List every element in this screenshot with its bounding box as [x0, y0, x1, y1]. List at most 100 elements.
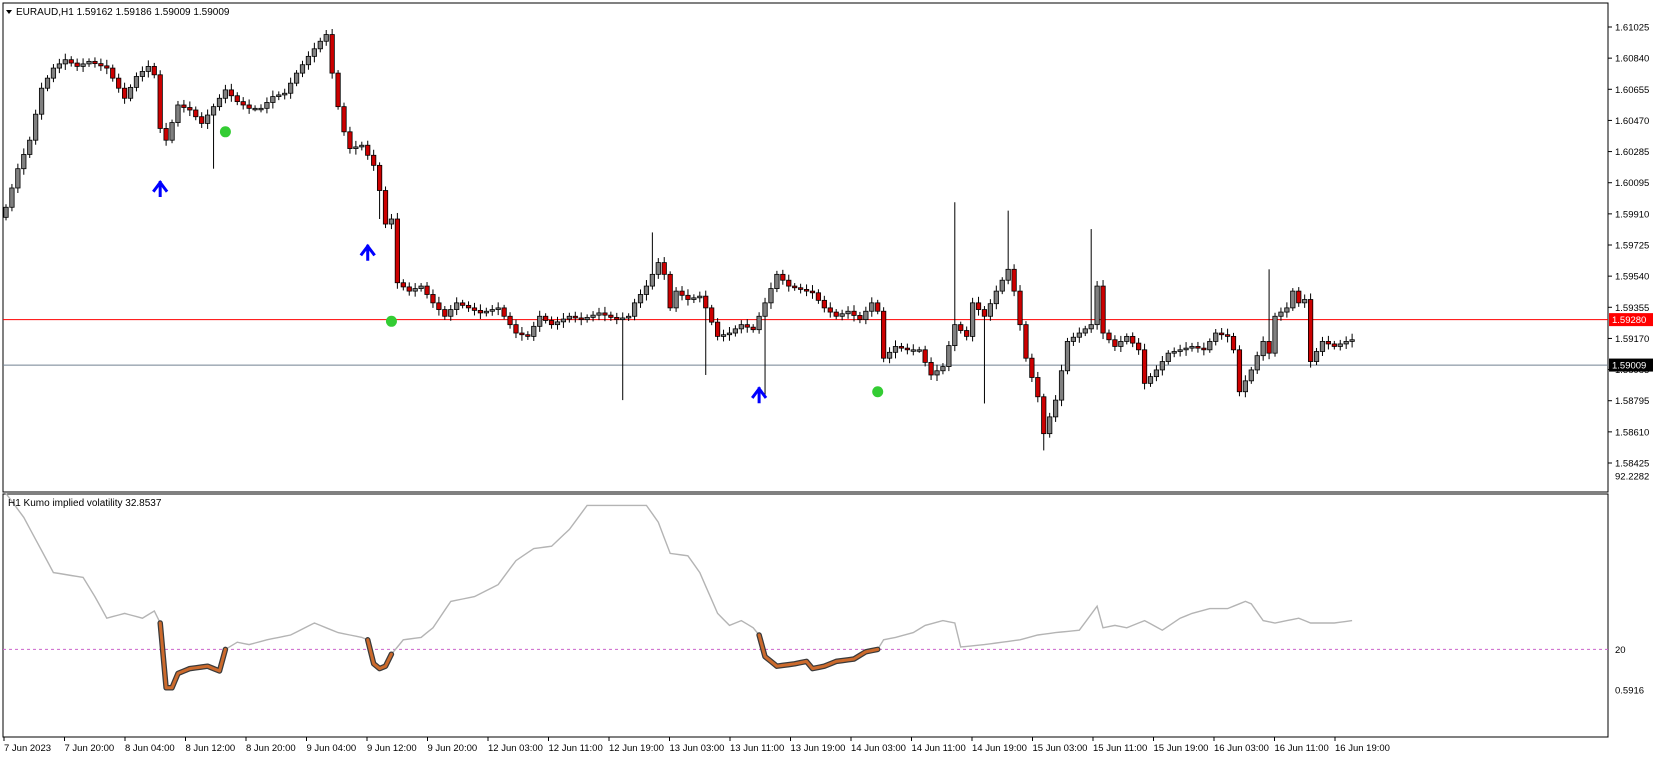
- candle[interactable]: [673, 287, 679, 312]
- candle-body: [1141, 349, 1148, 384]
- candle[interactable]: [9, 183, 15, 212]
- candle[interactable]: [1047, 412, 1053, 438]
- price-tick-label: 1.59725: [1615, 241, 1649, 252]
- candle[interactable]: [382, 186, 389, 229]
- candle[interactable]: [27, 136, 33, 158]
- price-tick-label: 1.58610: [1615, 427, 1649, 438]
- candle[interactable]: [1023, 321, 1029, 362]
- candle[interactable]: [175, 100, 181, 127]
- candle[interactable]: [329, 29, 335, 79]
- candle[interactable]: [1094, 281, 1100, 330]
- candle[interactable]: [1236, 345, 1243, 397]
- candle[interactable]: [774, 270, 780, 293]
- candle[interactable]: [33, 109, 39, 145]
- candle-body: [768, 288, 774, 304]
- candle[interactable]: [1064, 337, 1071, 375]
- trading-chart[interactable]: 1.61025 1.60840 1.60655 1.60470 1.60285 1.600…: [0, 0, 1657, 759]
- candle-body: [181, 104, 187, 108]
- symbol-header: EURAUD,H1 1.59162 1.59186 1.59009 1.5900…: [6, 7, 230, 18]
- candle-body: [1041, 396, 1047, 435]
- price-panel[interactable]: [2, 2, 1609, 493]
- candle-body: [62, 59, 68, 65]
- candle[interactable]: [1272, 312, 1278, 357]
- time-tick-label: 8 Jun 20:00: [246, 743, 296, 754]
- candle[interactable]: [1290, 288, 1296, 311]
- candle-body: [726, 332, 733, 336]
- candle[interactable]: [946, 341, 952, 372]
- candle-body: [851, 310, 857, 316]
- price-tick-label: 1.58425: [1615, 459, 1649, 470]
- candle-body: [922, 349, 928, 363]
- price-tick-label: 1.60655: [1615, 85, 1649, 96]
- indicator-header: H1 Kumo implied volatility 32.8537: [8, 498, 162, 509]
- candle-body: [821, 299, 827, 309]
- candle[interactable]: [1058, 364, 1065, 407]
- time-tick-label: 13 Jun 11:00: [730, 743, 784, 754]
- candle-body: [578, 317, 584, 321]
- candle-body: [139, 71, 145, 77]
- candle-body: [1224, 334, 1231, 337]
- candle-body: [869, 302, 875, 312]
- candle-body: [631, 302, 638, 317]
- candle[interactable]: [335, 70, 341, 110]
- candle-body: [15, 168, 21, 189]
- candle[interactable]: [38, 82, 45, 120]
- candle-body: [1088, 324, 1094, 330]
- candle-body: [596, 312, 602, 316]
- candle-body: [270, 96, 276, 103]
- candle-body: [1349, 339, 1355, 342]
- time-tick-label: 8 Jun 12:00: [186, 743, 236, 754]
- candle[interactable]: [667, 271, 673, 311]
- candle-body: [21, 154, 27, 170]
- time-tick-label: 14 Jun 03:00: [851, 743, 906, 754]
- candle-body: [1242, 380, 1248, 393]
- candle-body: [205, 114, 211, 124]
- candle-body: [1337, 343, 1343, 347]
- candle-body: [1189, 346, 1195, 349]
- candle-body: [809, 290, 816, 294]
- candle-body: [442, 309, 448, 317]
- candle-body: [1296, 290, 1302, 304]
- candle[interactable]: [1100, 280, 1106, 340]
- candle[interactable]: [1029, 353, 1035, 383]
- indicator-panel[interactable]: [2, 493, 1609, 738]
- candle-body: [786, 279, 792, 287]
- candle-body: [815, 292, 822, 301]
- candle-body: [264, 102, 270, 109]
- candle-body: [50, 67, 57, 79]
- time-tick-label: 8 Jun 04:00: [125, 743, 175, 754]
- candle-body: [892, 346, 899, 353]
- candle-body: [833, 311, 839, 317]
- candle[interactable]: [1017, 285, 1023, 331]
- candle[interactable]: [157, 70, 163, 133]
- time-tick-label: 13 Jun 19:00: [791, 743, 846, 754]
- candle[interactable]: [169, 119, 175, 144]
- candle[interactable]: [1141, 343, 1148, 390]
- candle-body: [104, 65, 110, 69]
- candle-body: [756, 315, 762, 331]
- candle-body: [1171, 351, 1177, 354]
- candle[interactable]: [341, 102, 347, 136]
- candle-body: [282, 92, 288, 96]
- candle-body: [400, 282, 406, 288]
- candle-body: [228, 89, 234, 97]
- candle-body: [667, 273, 673, 309]
- candle-body: [543, 315, 549, 321]
- red-level-label: 1.59280: [1612, 315, 1646, 326]
- candle[interactable]: [394, 212, 400, 289]
- candle-body: [68, 59, 74, 64]
- candle-body: [886, 351, 893, 359]
- candle-body: [454, 302, 460, 310]
- current-price-tag: 1.59009: [1609, 358, 1653, 372]
- time-tick-label: 9 Jun 12:00: [367, 743, 417, 754]
- candle-body: [74, 62, 80, 67]
- candle[interactable]: [1011, 264, 1017, 297]
- signal-dot-icon: [219, 126, 231, 138]
- candle[interactable]: [709, 304, 715, 326]
- candle[interactable]: [969, 297, 976, 342]
- candle-body: [554, 321, 561, 326]
- candle[interactable]: [881, 307, 887, 363]
- candle[interactable]: [1308, 293, 1314, 368]
- candle-body: [1047, 416, 1053, 435]
- candle-body: [1005, 268, 1011, 281]
